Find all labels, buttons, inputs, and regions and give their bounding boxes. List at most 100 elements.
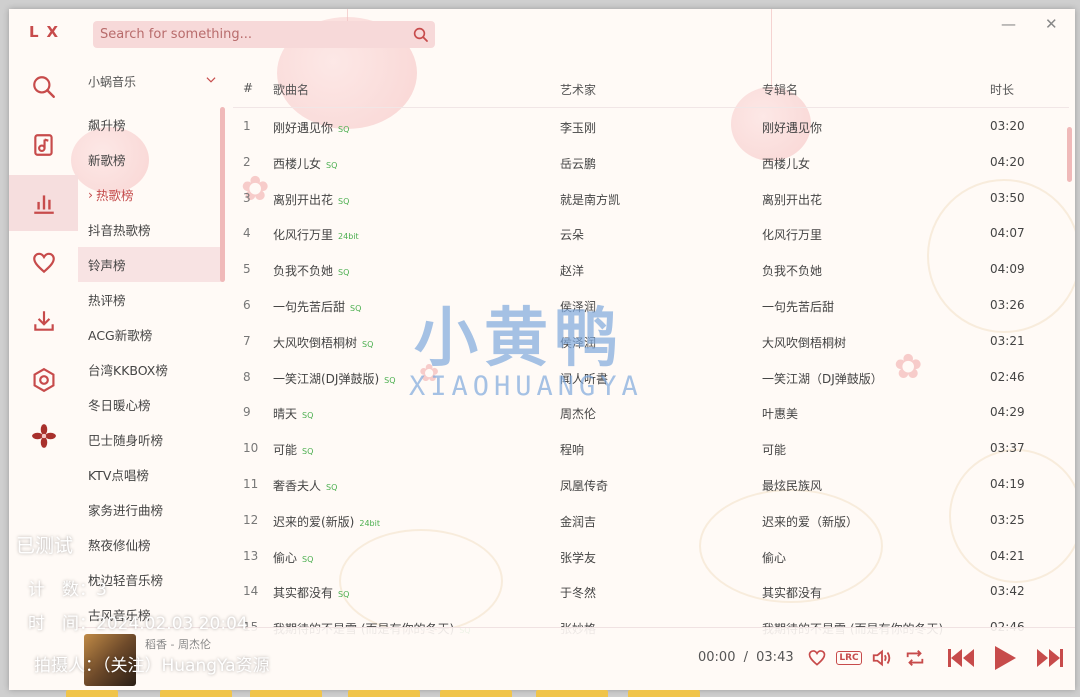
board-item-active[interactable]: › 热歌榜 bbox=[78, 177, 224, 212]
song-duration: 02:46 bbox=[990, 369, 1025, 384]
search-bar bbox=[93, 21, 435, 48]
board-item[interactable]: 熬夜修仙榜 bbox=[78, 527, 224, 562]
board-label: 巴士随身听榜 bbox=[88, 433, 164, 448]
song-title-cell: 其实都没有 SQ bbox=[273, 584, 349, 601]
table-row[interactable]: 6 一句先苦后甜 SQ 侯泽润 一句先苦后甜 03:26 bbox=[233, 287, 1069, 323]
overlay-count: 计 数：3 bbox=[28, 580, 107, 600]
table-row[interactable]: 4 化风行万里 24bit 云朵 化风行万里 04:07 bbox=[233, 215, 1069, 251]
nav-leaderboard[interactable] bbox=[9, 175, 78, 231]
row-number: 5 bbox=[243, 262, 251, 277]
app-logo: LX bbox=[29, 23, 67, 41]
desktop-folder bbox=[536, 690, 608, 697]
play-button[interactable] bbox=[988, 644, 1022, 672]
search-input[interactable] bbox=[93, 26, 407, 43]
watermark-sub: XIAOHUANGYA bbox=[409, 371, 643, 402]
album-name: 一笑江湖（DJ弹鼓版） bbox=[762, 371, 883, 386]
nav-settings[interactable] bbox=[9, 352, 78, 408]
row-number: 10 bbox=[243, 441, 259, 456]
song-title: 偷心 bbox=[273, 550, 298, 565]
row-number: 13 bbox=[243, 548, 259, 563]
leaderboard-list: 小蜗音乐 飙升榜 新歌榜 › 热歌榜 抖音热歌榜 铃声榜 热评榜 ACG新歌榜 台… bbox=[78, 67, 228, 637]
repeat-mode-button[interactable] bbox=[901, 644, 929, 672]
artist-name: 程响 bbox=[560, 443, 585, 458]
board-item[interactable]: 新歌榜 bbox=[78, 142, 224, 177]
music-note-icon bbox=[33, 134, 53, 156]
search-submit-button[interactable] bbox=[407, 26, 435, 44]
source-selector[interactable]: 小蜗音乐 bbox=[88, 73, 218, 90]
row-number: 1 bbox=[243, 119, 251, 133]
lyrics-button[interactable]: LRC bbox=[835, 644, 863, 672]
table-row[interactable]: 1 刚好遇见你 SQ 李玉刚 刚好遇见你 03:20 bbox=[233, 108, 1069, 144]
table-row[interactable]: 11 奢香夫人 SQ 凤凰传奇 最炫民族风 04:19 bbox=[233, 466, 1069, 502]
quality-badge: SQ bbox=[326, 160, 338, 170]
volume-button[interactable] bbox=[868, 644, 896, 672]
album-name: 化风行万里 bbox=[762, 228, 823, 243]
nav-search[interactable] bbox=[9, 59, 78, 115]
comment-button[interactable] bbox=[803, 644, 831, 672]
song-title: 大风吹倒梧桐树 bbox=[273, 335, 358, 350]
song-duration: 03:26 bbox=[990, 298, 1025, 312]
row-number: 11 bbox=[243, 477, 259, 491]
board-item[interactable]: 台湾KKBOX榜 bbox=[78, 352, 224, 387]
previous-button[interactable] bbox=[944, 644, 978, 672]
chevron-right-icon: › bbox=[88, 187, 93, 202]
album-name: 大风吹倒梧桐树 bbox=[762, 335, 847, 350]
quality-badge: SQ bbox=[302, 411, 314, 421]
song-title: 迟来的爱(新版) bbox=[273, 514, 355, 529]
album-name: 叶惠美 bbox=[762, 407, 799, 422]
board-item[interactable]: 铃声榜 bbox=[78, 247, 224, 282]
quality-badge: SQ bbox=[362, 339, 374, 349]
nav-songlist[interactable] bbox=[9, 117, 78, 173]
col-num: # bbox=[243, 81, 254, 95]
table-row[interactable]: 2 西楼儿女 SQ 岳云鹏 西楼儿女 04:20 bbox=[233, 144, 1069, 180]
song-duration: 03:21 bbox=[990, 333, 1025, 348]
song-title-cell: 离别开出花 SQ bbox=[273, 191, 349, 208]
table-row[interactable]: 3 离别开出花 SQ 就是南方凯 离别开出花 03:50 bbox=[233, 180, 1069, 216]
nav-download[interactable] bbox=[9, 293, 78, 349]
board-item[interactable]: KTV点唱榜 bbox=[78, 457, 224, 492]
board-item[interactable]: ACG新歌榜 bbox=[78, 317, 224, 352]
song-table-scrollbar[interactable] bbox=[1067, 127, 1072, 182]
board-item[interactable]: 巴士随身听榜 bbox=[78, 422, 224, 457]
close-button[interactable]: ✕ bbox=[1045, 15, 1058, 33]
col-title: 歌曲名 bbox=[273, 83, 310, 97]
row-number: 6 bbox=[243, 298, 251, 312]
board-label: KTV点唱榜 bbox=[88, 468, 149, 483]
table-row[interactable]: 10 可能 SQ 程响 可能 03:37 bbox=[233, 430, 1069, 466]
minimize-button[interactable]: — bbox=[1001, 15, 1016, 33]
row-number: 2 bbox=[243, 154, 251, 169]
time-separator: / bbox=[743, 650, 748, 665]
song-title-cell: 负我不负她 SQ bbox=[273, 262, 349, 279]
board-item[interactable]: 飙升榜 bbox=[78, 107, 224, 142]
board-label: 新歌榜 bbox=[88, 153, 126, 168]
board-list-scrollbar[interactable] bbox=[220, 107, 225, 282]
album-name: 刚好遇见你 bbox=[762, 121, 823, 135]
board-label: 台湾KKBOX榜 bbox=[88, 363, 168, 378]
theme-flower[interactable] bbox=[9, 408, 78, 464]
artist-name: 张学友 bbox=[560, 550, 597, 565]
table-row[interactable]: 12 迟来的爱(新版) 24bit 金润吉 迟来的爱（新版） 03:25 bbox=[233, 502, 1069, 538]
board-item[interactable]: 热评榜 bbox=[78, 282, 224, 317]
table-row[interactable]: 5 负我不负她 SQ 赵洋 负我不负她 04:09 bbox=[233, 251, 1069, 287]
now-playing: 稻香 - 周杰伦 bbox=[145, 638, 211, 651]
table-row[interactable]: 7 大风吹倒梧桐树 SQ 侯泽润 大风吹倒梧桐树 03:21 bbox=[233, 323, 1069, 359]
row-number: 14 bbox=[243, 584, 259, 599]
nav-favorites[interactable] bbox=[9, 235, 78, 291]
table-row[interactable]: 9 晴天 SQ 周杰伦 叶惠美 04:29 bbox=[233, 394, 1069, 430]
board-label: 铃声榜 bbox=[88, 258, 126, 273]
quality-badge: SQ bbox=[338, 268, 350, 278]
table-row[interactable]: 14 其实都没有 SQ 于冬然 其实都没有 03:42 bbox=[233, 573, 1069, 609]
board-item[interactable]: 冬日暖心榜 bbox=[78, 387, 224, 422]
next-button[interactable] bbox=[1033, 644, 1067, 672]
quality-badge: SQ bbox=[384, 375, 396, 385]
repeat-icon bbox=[906, 650, 924, 666]
artist-name: 周杰伦 bbox=[560, 407, 597, 422]
table-row[interactable]: 8 一笑江湖(DJ弹鼓版) SQ 闻人听書 一笑江湖（DJ弹鼓版） 02:46 bbox=[233, 359, 1069, 395]
quality-badge: SQ bbox=[338, 125, 350, 134]
table-row[interactable]: 13 偷心 SQ 张学友 偷心 04:21 bbox=[233, 538, 1069, 574]
board-item[interactable]: 抖音热歌榜 bbox=[78, 212, 224, 247]
album-name: 西楼儿女 bbox=[762, 156, 811, 171]
album-name: 其实都没有 bbox=[762, 586, 823, 601]
song-duration: 03:20 bbox=[990, 119, 1025, 133]
board-item[interactable]: 家务进行曲榜 bbox=[78, 492, 224, 527]
